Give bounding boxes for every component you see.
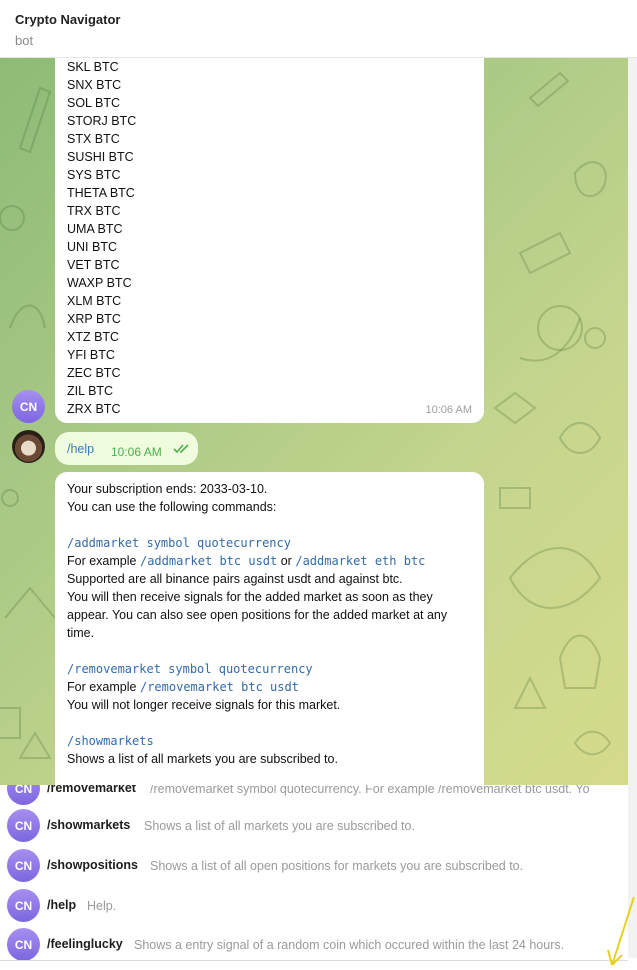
scrollbar[interactable] [628, 58, 637, 958]
pair-item: SNX BTC [67, 78, 122, 92]
command-description: Help. [87, 899, 117, 913]
command-description: Shows a list of all markets you are subs… [144, 819, 415, 833]
user-avatar[interactable] [12, 430, 45, 463]
message-bubble-sent: /help 10:06 AM [55, 432, 198, 465]
message-time: 10:06 AM [425, 404, 472, 416]
removemarket-command-link[interactable]: /removemarket symbol quotecurrency [67, 662, 313, 676]
pair-item: STORJ BTC [67, 114, 137, 128]
command-suggestion-showmarkets[interactable]: CN /showmarkets Shows a list of all mark… [0, 806, 628, 846]
command-name: /removemarket [47, 785, 136, 795]
pair-item: VET BTC [67, 258, 120, 272]
command-name: /feelinglucky [47, 937, 123, 951]
pair-item: WAXP BTC [67, 276, 132, 290]
bot-avatar: CN [7, 849, 40, 882]
command-name: /showmarkets [47, 818, 131, 832]
message-time: 10:06 AM [111, 445, 162, 459]
subscription-line: Your subscription ends: 2033-03-10. [67, 482, 268, 496]
command-description: Shows a entry signal of a random coin wh… [134, 938, 565, 952]
pair-item: ZRX BTC [67, 402, 121, 416]
pair-item: XTZ BTC [67, 330, 120, 344]
double-check-icon [173, 444, 189, 454]
pair-item: ZEC BTC [67, 366, 121, 380]
pair-item: THETA BTC [67, 186, 135, 200]
chat-header[interactable]: Crypto Navigator bot [0, 0, 637, 58]
command-description: Shows a list of all open positions for m… [150, 859, 524, 873]
chat-title: Crypto Navigator [15, 12, 121, 27]
addmarket-description: Supported are all binance pairs against … [67, 572, 403, 586]
pair-item: SOL BTC [67, 96, 121, 110]
showmarkets-command-link[interactable]: /showmarkets [67, 734, 154, 748]
annotation-arrow-icon [607, 896, 635, 966]
command-name: /help [47, 898, 77, 912]
pair-item: SKL BTC [67, 60, 119, 74]
pair-item: SUSHI BTC [67, 150, 134, 164]
pair-item: ZIL BTC [67, 384, 114, 398]
pair-item: STX BTC [67, 132, 120, 146]
pair-item: UMA BTC [67, 222, 123, 236]
pair-item: TRX BTC [67, 204, 121, 218]
addmarket-description: You will then receive signals for the ad… [67, 590, 448, 640]
addmarket-command-link[interactable]: /addmarket symbol quotecurrency [67, 536, 291, 550]
message-bubble-help: Your subscription ends: 2033-03-10. You … [55, 472, 484, 785]
bot-avatar: CN [7, 889, 40, 922]
removemarket-description: You will not longer receive signals for … [67, 698, 341, 712]
pair-item: XRP BTC [67, 312, 121, 326]
chat-subtitle: bot [15, 33, 34, 48]
example-label: For example [67, 680, 137, 694]
addmarket-example-link[interactable]: /addmarket eth btc [295, 554, 425, 568]
showmarkets-description: Shows a list of all markets you are subs… [67, 752, 338, 766]
example-or: or [280, 554, 292, 568]
commands-intro: You can use the following commands: [67, 500, 277, 514]
command-suggestion-showpositions[interactable]: CN /showpositions Shows a list of all op… [0, 846, 628, 886]
chat-area[interactable]: SKL BTC SNX BTC SOL BTC STORJ BTC STX BT… [0, 58, 628, 785]
bot-avatar: CN [7, 928, 40, 960]
command-description: /removemarket symbol quotecurrency. For … [150, 785, 590, 796]
pair-item: UNI BTC [67, 240, 117, 254]
divider [0, 960, 628, 961]
sent-command-link[interactable]: /help [67, 440, 94, 458]
bot-avatar: CN [7, 785, 40, 805]
addmarket-example-link[interactable]: /addmarket btc usdt [140, 554, 277, 568]
message-bubble-pairs: SKL BTC SNX BTC SOL BTC STORJ BTC STX BT… [55, 58, 484, 423]
command-suggestion-help[interactable]: CN /help Help. [0, 886, 628, 926]
bot-avatar: CN [7, 809, 40, 842]
example-label: For example [67, 554, 137, 568]
pair-item: XLM BTC [67, 294, 122, 308]
pair-item: YFI BTC [67, 348, 115, 362]
command-suggestions: CN /removemarket /removemarket symbol qu… [0, 785, 628, 960]
command-name: /showpositions [47, 858, 138, 872]
command-suggestion-feelinglucky[interactable]: CN /feelinglucky Shows a entry signal of… [0, 925, 628, 960]
removemarket-example-link[interactable]: /removemarket btc usdt [140, 680, 299, 694]
bot-avatar[interactable]: CN [12, 390, 45, 423]
pair-item: SYS BTC [67, 168, 121, 182]
